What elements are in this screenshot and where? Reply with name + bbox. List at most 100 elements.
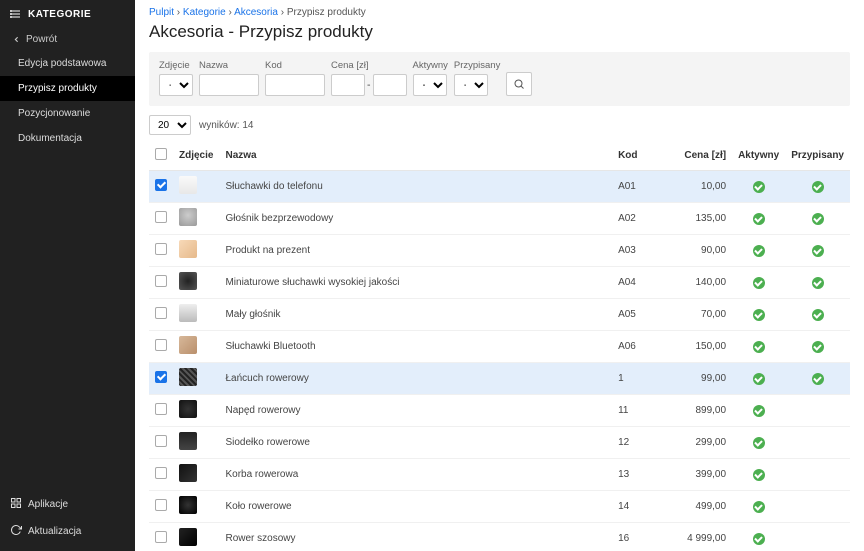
filter-assigned-select[interactable]: --- (454, 74, 488, 96)
table-row[interactable]: Słuchawki do telefonuA0110,00 (149, 171, 850, 203)
col-name[interactable]: Nazwa (219, 141, 612, 171)
filter-code-label: Kod (265, 60, 325, 71)
product-price: 135,00 (672, 203, 732, 235)
check-icon (753, 437, 765, 449)
product-thumb (179, 208, 197, 226)
product-code: 13 (612, 459, 672, 491)
row-checkbox[interactable] (155, 467, 167, 479)
product-name: Siodełko rowerowe (219, 427, 612, 459)
pager-row: 20 wyników: 14 (135, 106, 864, 141)
filter-code-input[interactable] (265, 74, 325, 96)
sidebar-item-1[interactable]: Przypisz produkty (0, 76, 135, 101)
filter-price-to[interactable] (373, 74, 407, 96)
sidebar-item-0[interactable]: Edycja podstawowa (0, 51, 135, 76)
table-row[interactable]: Napęd rowerowy11899,00 (149, 395, 850, 427)
check-icon (812, 245, 824, 257)
filter-assigned: Przypisany --- (454, 60, 500, 96)
product-price: 4 999,00 (672, 523, 732, 551)
row-checkbox[interactable] (155, 339, 167, 351)
filters-bar: Zdjęcie --- Nazwa Kod Cena [zł] - Ak (149, 52, 850, 106)
product-code: 16 (612, 523, 672, 551)
breadcrumb-link-0[interactable]: Pulpit (149, 7, 174, 18)
sidebar-bottom-1[interactable]: Aktualizacja (0, 518, 135, 545)
breadcrumb-link-1[interactable]: Kategorie (183, 7, 226, 18)
product-name: Rower szosowy (219, 523, 612, 551)
sidebar: KATEGORIE Powrót Edycja podstawowaPrzypi… (0, 0, 135, 551)
sidebar-item-2[interactable]: Pozycjonowanie (0, 101, 135, 126)
filter-active-label: Aktywny (413, 60, 448, 71)
product-price: 70,00 (672, 299, 732, 331)
table-row[interactable]: Koło rowerowe14499,00 (149, 491, 850, 523)
results-label: wyników: (199, 120, 240, 131)
product-code: 12 (612, 427, 672, 459)
row-checkbox[interactable] (155, 307, 167, 319)
table-row[interactable]: Słuchawki BluetoothA06150,00 (149, 331, 850, 363)
check-icon (753, 309, 765, 321)
product-price: 140,00 (672, 267, 732, 299)
filter-image-label: Zdjęcie (159, 60, 193, 71)
breadcrumb-link-2[interactable]: Akcesoria (234, 7, 278, 18)
col-active[interactable]: Aktywny (732, 141, 785, 171)
col-image[interactable]: Zdjęcie (173, 141, 219, 171)
row-checkbox[interactable] (155, 243, 167, 255)
row-checkbox[interactable] (155, 531, 167, 543)
row-checkbox[interactable] (155, 179, 167, 191)
select-all-checkbox[interactable] (155, 148, 167, 160)
product-name: Głośnik bezprzewodowy (219, 203, 612, 235)
product-price: 399,00 (672, 459, 732, 491)
table-row[interactable]: Łańcuch rowerowy199,00 (149, 363, 850, 395)
page-size-select[interactable]: 20 (149, 115, 191, 135)
product-price: 299,00 (672, 427, 732, 459)
sidebar-item-3[interactable]: Dokumentacja (0, 126, 135, 151)
table-row[interactable]: Głośnik bezprzewodowyA02135,00 (149, 203, 850, 235)
table-row[interactable]: Siodełko rowerowe12299,00 (149, 427, 850, 459)
filter-image: Zdjęcie --- (159, 60, 193, 96)
sidebar-bottom-0[interactable]: Aplikacje (0, 491, 135, 518)
sidebar-back[interactable]: Powrót (0, 28, 135, 51)
table-row[interactable]: Rower szosowy164 999,00 (149, 523, 850, 551)
table-row[interactable]: Korba rowerowa13399,00 (149, 459, 850, 491)
table-row[interactable]: Miniaturowe słuchawki wysokiej jakościA0… (149, 267, 850, 299)
row-checkbox[interactable] (155, 403, 167, 415)
row-checkbox[interactable] (155, 499, 167, 511)
filter-active-select[interactable]: --- (413, 74, 447, 96)
filter-image-select[interactable]: --- (159, 74, 193, 96)
filter-name-label: Nazwa (199, 60, 259, 71)
check-icon (812, 373, 824, 385)
product-thumb (179, 272, 197, 290)
product-thumb (179, 432, 197, 450)
product-code: 11 (612, 395, 672, 427)
filter-name-input[interactable] (199, 74, 259, 96)
product-thumb (179, 240, 197, 258)
filter-price: Cena [zł] - (331, 60, 407, 96)
col-assigned[interactable]: Przypisany (785, 141, 850, 171)
row-checkbox[interactable] (155, 275, 167, 287)
price-sep: - (367, 79, 371, 91)
refresh-icon (10, 524, 28, 539)
check-icon (753, 213, 765, 225)
table-row[interactable]: Mały głośnikA0570,00 (149, 299, 850, 331)
filter-price-from[interactable] (331, 74, 365, 96)
row-checkbox[interactable] (155, 211, 167, 223)
product-thumb (179, 368, 197, 386)
sidebar-nav: Edycja podstawowaPrzypisz produktyPozycj… (0, 51, 135, 151)
search-icon (513, 78, 525, 90)
chevron-left-icon (12, 35, 21, 44)
product-name: Słuchawki do telefonu (219, 171, 612, 203)
search-button[interactable] (506, 72, 532, 96)
product-price: 499,00 (672, 491, 732, 523)
col-code[interactable]: Kod (612, 141, 672, 171)
row-checkbox[interactable] (155, 435, 167, 447)
table-row[interactable]: Produkt na prezentA0390,00 (149, 235, 850, 267)
product-name: Miniaturowe słuchawki wysokiej jakości (219, 267, 612, 299)
product-name: Produkt na prezent (219, 235, 612, 267)
main-content: Pulpit › Kategorie › Akcesoria › Przypis… (135, 0, 864, 551)
product-code: A02 (612, 203, 672, 235)
product-price: 99,00 (672, 363, 732, 395)
col-price[interactable]: Cena [zł] (672, 141, 732, 171)
check-icon (753, 533, 765, 545)
row-checkbox[interactable] (155, 371, 167, 383)
products-table: Zdjęcie Nazwa Kod Cena [zł] Aktywny Przy… (149, 141, 850, 551)
product-code: A04 (612, 267, 672, 299)
check-icon (753, 341, 765, 353)
